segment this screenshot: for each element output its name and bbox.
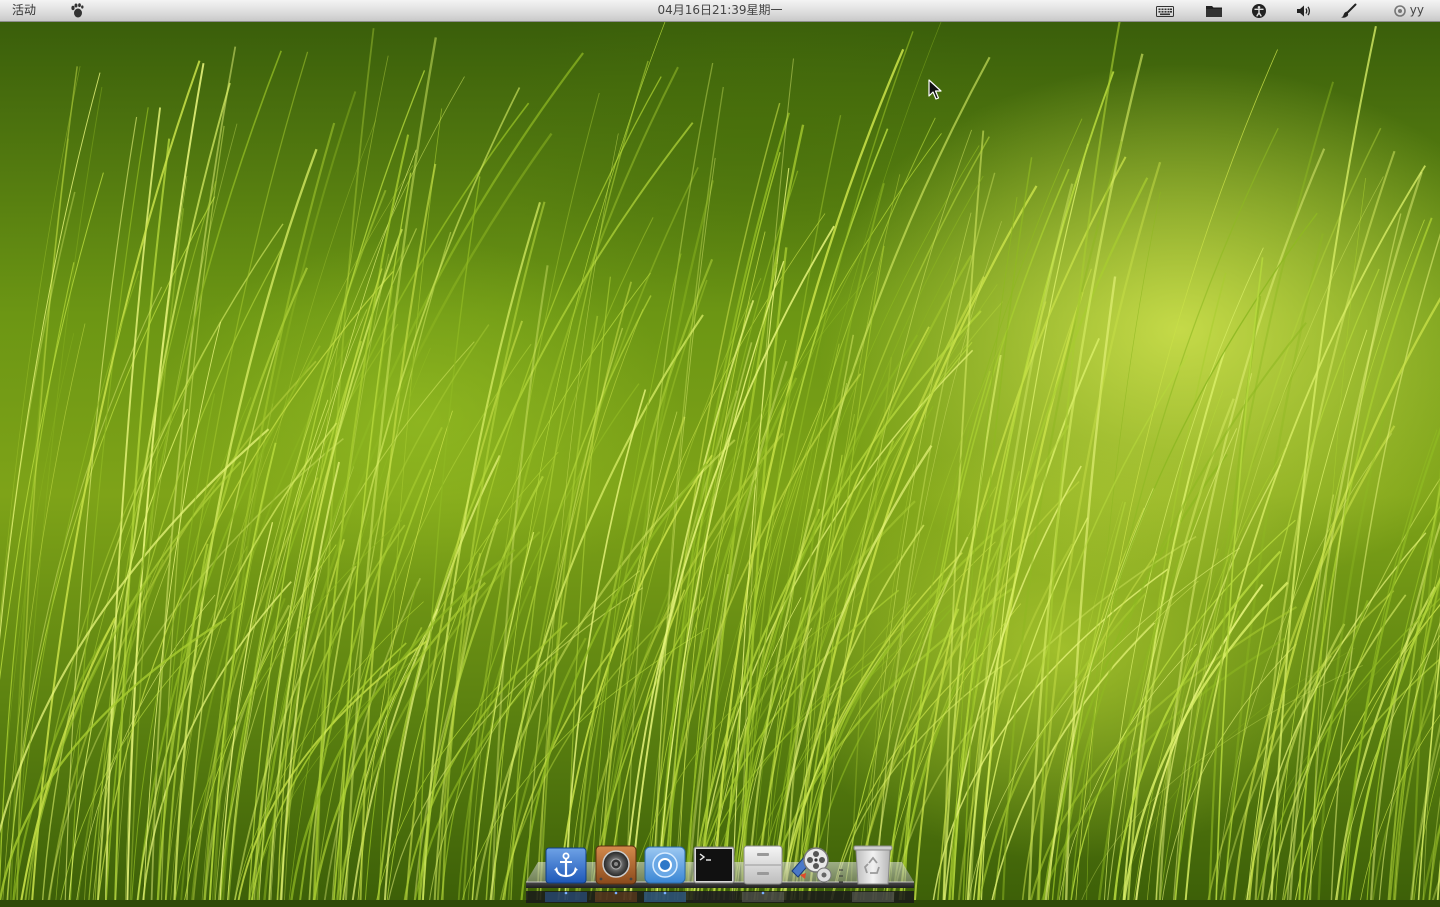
user-status-icon [1394,5,1406,17]
dock-item-video-player[interactable] [790,845,832,885]
grass-blade [540,316,597,900]
dock-separator [838,868,844,884]
grass-blade [180,245,408,900]
dock-item-chromium[interactable] [644,845,686,885]
anchor-icon [545,845,587,885]
grass-blade [486,296,651,901]
dock-item-file-cabinet[interactable] [742,845,784,885]
grass-blades [0,0,1440,900]
folder-icon[interactable] [1205,3,1223,19]
grass-blade [405,321,522,900]
dock-item-anchor[interactable] [545,845,587,885]
dock-reflection [0,888,1440,900]
grass-blade [728,302,1003,901]
mouse-pointer-icon [928,79,942,101]
grass-blade [1342,96,1440,900]
grass-blade [539,133,618,900]
speaker-icon [595,845,637,885]
dock-item-rhythmbox[interactable] [595,845,637,885]
grass-blade [507,167,698,900]
chromium-icon [644,845,686,885]
grass-blade [422,77,661,900]
film-reel-icon [790,845,832,885]
desktop-wallpaper [0,0,1440,900]
grass-blade [1075,50,1278,901]
trash-icon [852,845,894,885]
grass-blade [308,88,519,901]
user-menu[interactable]: yy [1394,3,1424,18]
keyboard-icon[interactable] [1156,3,1174,19]
paintbrush-icon[interactable] [1340,3,1358,19]
grass-blade [1184,82,1334,900]
top-panel: 活动 04月16日21:39星期一 [0,0,1440,22]
grass-blade [1245,330,1367,900]
dock-item-terminal[interactable] [693,845,735,885]
grass-blade [0,66,80,900]
grass-blade [1256,592,1440,900]
terminal-icon [693,845,735,885]
grass-blade [1304,600,1368,900]
clock[interactable]: 04月16日21:39星期一 [657,3,782,17]
user-name: yy [1410,3,1424,18]
grass-blade [28,377,191,900]
grass-blade [161,126,224,900]
dock-item-trash[interactable] [852,845,894,885]
grass-blade [1413,25,1440,901]
grass-blade [463,67,678,900]
accessibility-icon[interactable] [1250,3,1268,19]
grass-blade [1036,162,1160,900]
volume-icon[interactable] [1295,3,1313,19]
file-cabinet-icon [742,845,784,885]
clock-area: 04月16日21:39星期一 [0,2,1440,18]
